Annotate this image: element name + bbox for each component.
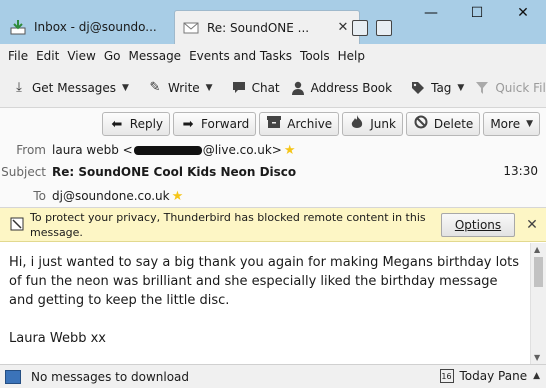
junk-label: Junk xyxy=(370,117,396,131)
to-value[interactable]: dj@soundone.co.uk xyxy=(52,189,170,203)
envelope-icon xyxy=(183,20,199,36)
subject-row: Subject Re: SoundONE Cool Kids Neon Disc… xyxy=(0,162,296,182)
reply-button[interactable]: ⬅ Reply xyxy=(101,112,171,136)
chat-button[interactable]: Chat xyxy=(226,75,285,101)
to-label: To xyxy=(33,189,46,203)
menu-events-and-tasks[interactable]: Events and Tasks xyxy=(188,49,293,63)
star-icon[interactable]: ★ xyxy=(172,189,184,204)
download-icon: ⤓ xyxy=(16,80,22,95)
tab-inbox[interactable]: Inbox - dj@soundo... xyxy=(2,10,174,44)
write-button[interactable]: ✎ Write ▼ xyxy=(142,75,218,101)
menu-view[interactable]: View xyxy=(66,49,96,63)
main-toolbar: ⤓ Get Messages ▼ ✎ Write ▼ Chat Address … xyxy=(0,68,546,108)
calendar-icon: 16 xyxy=(439,369,454,383)
forward-button[interactable]: ➡ Forward xyxy=(173,112,257,136)
chevron-down-icon[interactable]: ▼ xyxy=(122,83,129,93)
close-icon[interactable]: ✕ xyxy=(524,217,540,233)
from-label: From xyxy=(16,143,46,157)
person-icon xyxy=(290,80,306,96)
junk-button[interactable]: Junk xyxy=(342,112,403,136)
get-messages-label: Get Messages xyxy=(32,80,117,95)
scroll-down-icon[interactable]: ▼ xyxy=(534,353,540,362)
inbox-download-icon xyxy=(10,19,26,35)
menu-tools[interactable]: Tools xyxy=(299,49,331,63)
get-messages-button[interactable]: ⤓ Get Messages ▼ xyxy=(6,75,134,101)
delete-button[interactable]: Delete xyxy=(405,112,481,136)
header-actions: ⬅ Reply ➡ Forward Archive Junk Delete Mo… xyxy=(99,112,540,136)
chevron-down-icon: ▼ xyxy=(457,82,465,93)
message-signature: Laura Webb xx xyxy=(9,331,107,346)
tag-button[interactable]: Tag ▼ xyxy=(405,75,469,101)
chevron-up-icon: ▲ xyxy=(533,371,540,381)
vertical-scrollbar[interactable]: ▲ ▼ xyxy=(530,243,546,364)
subject-label: Subject xyxy=(1,165,46,179)
star-icon[interactable]: ★ xyxy=(284,143,296,158)
menu-go[interactable]: Go xyxy=(103,49,122,63)
flame-icon xyxy=(349,115,365,133)
subject-value: Re: SoundONE Cool Kids Neon Disco xyxy=(52,165,297,179)
chat-label: Chat xyxy=(251,80,280,95)
tab-label: Inbox - dj@soundo... xyxy=(34,20,157,34)
tab-bar: Inbox - dj@soundo... Re: SoundONE ... ✕ … xyxy=(0,0,546,44)
more-label: More xyxy=(490,117,521,131)
today-pane-label: Today Pane xyxy=(459,369,528,383)
scroll-up-icon[interactable]: ▲ xyxy=(534,245,540,254)
sender-domain: @live.co.uk> xyxy=(202,143,282,157)
pencil-icon: ✎ xyxy=(149,80,161,95)
redacted-mark xyxy=(133,146,202,155)
address-book-label: Address Book xyxy=(310,80,393,95)
menu-bar: File Edit View Go Message Events and Tas… xyxy=(0,44,546,68)
from-row: From laura webb < @live.co.uk> ★ xyxy=(0,140,295,160)
chevron-down-icon: ▼ xyxy=(526,119,533,129)
maximize-button[interactable]: ☐ xyxy=(454,2,500,26)
to-row: To dj@soundone.co.uk ★ xyxy=(0,186,183,206)
scroll-thumb[interactable] xyxy=(534,257,543,287)
status-bar: No messages to download 16 Today Pane ▲ xyxy=(0,364,546,388)
address-book-button[interactable]: Address Book xyxy=(285,75,397,101)
online-status-icon[interactable] xyxy=(5,369,21,384)
delete-label: Delete xyxy=(433,117,474,131)
tag-label: Tag xyxy=(431,80,452,95)
chevron-down-icon[interactable]: ▼ xyxy=(206,83,213,93)
notification-text: To protect your privacy, Thunderbird has… xyxy=(30,211,426,239)
quick-filter-label: Quick Filter xyxy=(495,80,546,95)
forward-label: Forward xyxy=(201,117,250,131)
today-pane-toggle[interactable]: 16 Today Pane ▲ xyxy=(439,369,540,383)
reply-label: Reply xyxy=(129,117,164,131)
message-time: 13:30 xyxy=(503,164,538,178)
no-entry-icon xyxy=(413,115,429,133)
tab-close-icon[interactable]: ✕ xyxy=(335,20,351,35)
menu-help[interactable]: Help xyxy=(337,49,366,63)
calendar-tab-icon[interactable] xyxy=(352,20,368,36)
reply-arrow-icon: ⬅ xyxy=(111,116,123,132)
message-paragraph: Hi, i just wanted to say a big thank you… xyxy=(9,255,520,308)
menu-edit[interactable]: Edit xyxy=(35,49,60,63)
from-value[interactable]: laura webb < @live.co.uk> xyxy=(52,143,282,157)
close-window-button[interactable]: ✕ xyxy=(500,2,546,26)
chat-bubble-icon xyxy=(231,80,247,96)
menu-file[interactable]: File xyxy=(7,49,29,63)
tab-message[interactable]: Re: SoundONE ... ✕ xyxy=(174,10,360,44)
more-button[interactable]: More ▼ xyxy=(483,112,540,136)
remote-content-notification: To protect your privacy, Thunderbird has… xyxy=(0,208,546,242)
sender-name: laura webb < xyxy=(52,143,133,157)
menu-message[interactable]: Message xyxy=(127,49,182,63)
funnel-icon xyxy=(474,80,490,96)
quick-filter-button[interactable]: Quick Filter xyxy=(469,75,546,101)
blocked-content-icon xyxy=(10,217,24,231)
archive-button[interactable]: Archive xyxy=(259,112,340,136)
options-button[interactable]: Options xyxy=(441,213,515,237)
archive-box-icon xyxy=(266,116,282,132)
message-body: Hi, i just wanted to say a big thank you… xyxy=(0,243,530,364)
tag-icon xyxy=(410,80,426,96)
minimize-button[interactable]: — xyxy=(408,2,454,26)
tab-label: Re: SoundONE ... xyxy=(207,20,310,35)
archive-label: Archive xyxy=(287,117,333,131)
forward-arrow-icon: ➡ xyxy=(182,116,194,132)
status-text: No messages to download xyxy=(31,369,190,384)
tasks-tab-icon[interactable] xyxy=(376,20,392,36)
write-label: Write xyxy=(167,80,200,95)
message-header: ⬅ Reply ➡ Forward Archive Junk Delete Mo… xyxy=(0,108,546,208)
